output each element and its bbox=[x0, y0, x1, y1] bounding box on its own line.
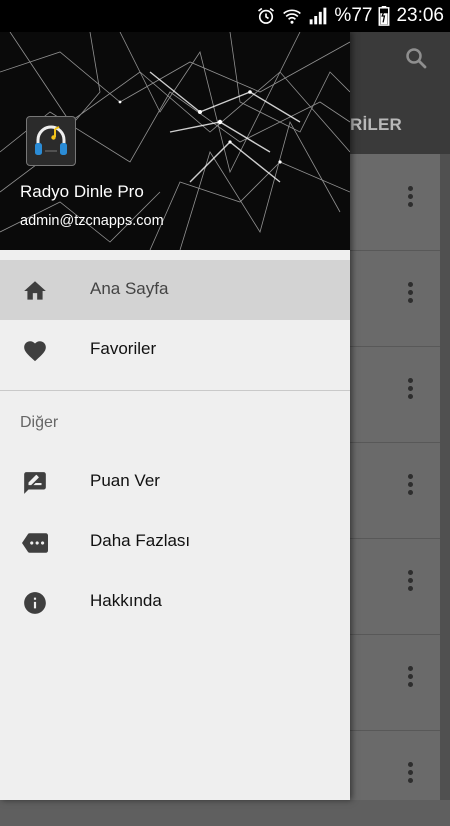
more-vert-icon[interactable] bbox=[408, 666, 414, 690]
status-bar: %77 23:06 bbox=[0, 0, 450, 32]
list-item[interactable] bbox=[350, 634, 440, 731]
menu-item-more[interactable]: Daha Fazlası bbox=[0, 512, 350, 572]
list-item[interactable] bbox=[350, 442, 440, 539]
more-vert-icon[interactable] bbox=[408, 474, 414, 498]
info-icon bbox=[24, 592, 46, 614]
battery-icon bbox=[378, 6, 390, 26]
list-item[interactable] bbox=[350, 730, 440, 826]
search-icon[interactable] bbox=[404, 46, 428, 75]
menu-label: Hakkında bbox=[90, 591, 162, 610]
menu-item-about[interactable]: Hakkında bbox=[0, 572, 350, 632]
alarm-icon bbox=[258, 7, 275, 24]
more-vert-icon[interactable] bbox=[408, 378, 414, 402]
section-header: Diğer bbox=[20, 414, 59, 431]
divider bbox=[0, 390, 350, 391]
list-edge bbox=[440, 154, 450, 800]
menu-label: Daha Fazlası bbox=[90, 531, 191, 550]
home-icon bbox=[24, 281, 46, 300]
list-item[interactable] bbox=[350, 346, 440, 443]
clock: 23:06 bbox=[396, 5, 444, 26]
drawer-header: Radyo Dinle Pro admin@tzcnapps.com bbox=[0, 32, 350, 250]
account-email: admin@tzcnapps.com bbox=[20, 213, 164, 229]
list-item[interactable] bbox=[350, 250, 440, 347]
list-item[interactable] bbox=[350, 538, 440, 635]
menu-item-favorites[interactable]: Favoriler bbox=[0, 320, 350, 380]
list-item[interactable] bbox=[350, 154, 440, 251]
headphones-icon bbox=[26, 116, 76, 166]
more-vert-icon[interactable] bbox=[408, 186, 414, 210]
rate-review-icon bbox=[24, 472, 46, 494]
more-vert-icon[interactable] bbox=[408, 570, 414, 594]
tab-favorites[interactable]: RİLER bbox=[350, 115, 402, 135]
more-label-icon bbox=[22, 533, 48, 553]
signal-icon bbox=[310, 7, 327, 25]
menu-label: Puan Ver bbox=[90, 471, 160, 490]
battery-percent: %77 bbox=[334, 5, 373, 26]
more-vert-icon[interactable] bbox=[408, 762, 414, 786]
menu-label: Ana Sayfa bbox=[90, 279, 169, 298]
more-vert-icon[interactable] bbox=[408, 282, 414, 306]
wifi-icon bbox=[283, 9, 302, 24]
app-toolbar bbox=[350, 32, 450, 154]
heart-icon bbox=[24, 341, 46, 362]
navigation-drawer: Radyo Dinle Pro admin@tzcnapps.com Ana S… bbox=[0, 32, 350, 800]
menu-item-rate[interactable]: Puan Ver bbox=[0, 452, 350, 512]
menu-item-home[interactable]: Ana Sayfa bbox=[0, 260, 350, 320]
app-name: Radyo Dinle Pro bbox=[20, 182, 144, 201]
menu-label: Favoriler bbox=[90, 339, 157, 358]
